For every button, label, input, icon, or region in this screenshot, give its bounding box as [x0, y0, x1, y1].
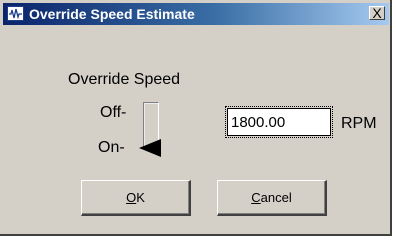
dialog-window: Override Speed Estimate X Override Speed… — [0, 0, 392, 236]
cancel-label-rest: ancel — [260, 190, 292, 205]
off-label: Off- — [100, 104, 127, 121]
ok-button[interactable]: OK — [81, 180, 191, 216]
title-bar[interactable]: Override Speed Estimate X — [3, 3, 389, 25]
ok-label-rest: K — [136, 190, 145, 205]
speed-input[interactable] — [225, 106, 333, 138]
on-label: On- — [98, 139, 125, 156]
close-button[interactable]: X — [369, 6, 385, 20]
override-slider-thumb[interactable] — [137, 138, 165, 158]
override-speed-label: Override Speed — [68, 71, 181, 88]
cancel-mnemonic: C — [251, 190, 261, 205]
cancel-button[interactable]: Cancel — [217, 180, 327, 216]
rpm-unit-label: RPM — [341, 115, 377, 132]
waveform-icon — [7, 6, 24, 21]
window-title: Override Speed Estimate — [29, 6, 195, 22]
ok-mnemonic: O — [126, 190, 137, 205]
